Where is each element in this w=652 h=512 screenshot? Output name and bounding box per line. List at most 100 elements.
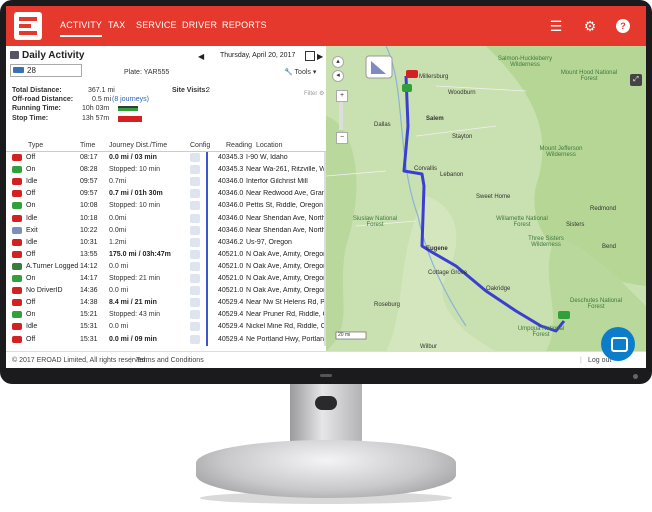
- map-label-millersburg: Millersburg: [419, 74, 449, 80]
- map-label-eugene: Eugene: [426, 246, 448, 252]
- row-time: 09:57: [80, 178, 98, 186]
- map-label-sweet-home: Sweet Home: [476, 194, 511, 200]
- stop-time-label: Stop Time:: [12, 115, 49, 122]
- gear-icon[interactable]: ⚙: [580, 16, 600, 36]
- col-reading[interactable]: Reading: [226, 142, 252, 149]
- table-row[interactable]: Idle 15:31 0.0 mi 40529.4 Nickel Mine Rd, Ri…: [6, 321, 326, 333]
- col-location[interactable]: Location: [256, 142, 282, 149]
- eroad-logo[interactable]: [14, 12, 42, 40]
- nav-activity[interactable]: ACTIVITY: [60, 20, 103, 37]
- table-row[interactable]: On 14:17 Stopped: 21 min 40521.0 N Oak Ave, …: [6, 273, 326, 285]
- zoom-slider[interactable]: [339, 102, 343, 130]
- site-visits-value: 2: [206, 87, 210, 94]
- row-reading: 40521.0: [218, 275, 244, 282]
- next-day-button[interactable]: ▶: [317, 52, 323, 61]
- tools-menu[interactable]: 🔧 Tools ▾: [284, 68, 316, 76]
- col-time[interactable]: Time: [80, 142, 95, 149]
- stop-time-value: 13h 57m: [82, 115, 110, 122]
- row-type: Off: [26, 250, 36, 258]
- row-reading: 40529.4: [218, 323, 244, 331]
- event-type-icon: [12, 323, 22, 331]
- map-label-bend: Bend: [602, 244, 617, 250]
- row-journey: 0.0 mi: [109, 287, 129, 295]
- col-type[interactable]: Type: [28, 142, 43, 149]
- config-icon: [190, 298, 200, 308]
- row-type: Idle: [26, 238, 38, 246]
- row-journey: 0.0 mi / 03 min: [109, 154, 157, 161]
- row-location: Near Wa-261, Ritzville, Wa: [246, 166, 324, 174]
- row-journey: Stopped: 21 min: [109, 275, 160, 282]
- row-type: Idle: [26, 178, 38, 186]
- row-journey: 0.0mi: [109, 226, 127, 234]
- table-row[interactable]: On 08:28 Stopped: 10 min 40345.3 Near Wa-261…: [6, 164, 326, 176]
- expand-map-button[interactable]: ⤢: [630, 74, 642, 86]
- table-row[interactable]: On 15:21 Stopped: 43 min 40529.4 Near Pruner…: [6, 309, 326, 321]
- table-row[interactable]: A.Turner Logged 14:12 0.0 mi 40521.0 N Oak A…: [6, 261, 326, 273]
- checklist-icon[interactable]: ☰: [546, 16, 566, 36]
- event-type-icon: [12, 311, 22, 319]
- zoom-out-button[interactable]: −: [336, 132, 348, 144]
- vehicle-select[interactable]: 28: [10, 64, 82, 77]
- event-type-icon: [12, 226, 22, 234]
- running-time-value: 10h 03m: [82, 105, 110, 112]
- route-map[interactable]: Millersburg Woodburn Salem Dallas Stayto…: [326, 46, 646, 351]
- row-type: On: [26, 202, 36, 210]
- stop-time-bar: [118, 116, 142, 122]
- col-config[interactable]: Config: [190, 142, 210, 149]
- table-row[interactable]: Off 14:38 8.4 mi / 21 min 40529.4 Near Nw St…: [6, 297, 326, 309]
- map-pan-up-button[interactable]: ▴: [332, 56, 344, 68]
- config-icon: [190, 334, 200, 344]
- total-distance-value: 367.1 mi: [88, 87, 115, 94]
- table-row[interactable]: Off 15:31 0.0 mi / 09 min 40529.4 Ne Portlan…: [6, 334, 326, 346]
- table-row[interactable]: Off 08:17 0.0 mi / 03 min 40345.3 I-90 W, Id…: [6, 152, 326, 164]
- chat-button[interactable]: [601, 327, 635, 361]
- map-pan-control[interactable]: ◂: [332, 70, 344, 82]
- cable-hole: [315, 396, 337, 410]
- total-distance-label: Total Distance:: [12, 87, 62, 94]
- date-label: Thursday, April 20, 2017: [220, 52, 296, 59]
- table-row[interactable]: Off 09:57 0.7 mi / 01h 30m 40346.0 Near Redw…: [6, 188, 326, 200]
- row-reading: 40345.3: [218, 166, 244, 174]
- nav-tax[interactable]: TAX: [108, 20, 125, 30]
- footer-divider-2: |: [580, 357, 582, 364]
- row-time: 10:22: [80, 226, 98, 234]
- table-row[interactable]: Off 13:55 175.0 mi / 03h:47m 40521.0 N Oak A…: [6, 249, 326, 261]
- col-journey[interactable]: Journey Dist./Time: [109, 142, 167, 149]
- row-reading: 40346.0: [218, 190, 244, 198]
- row-type: Off: [26, 190, 36, 198]
- table-row[interactable]: Idle 09:57 0.7mi 40346.0 Interfor Gilchrist …: [6, 176, 326, 188]
- row-location: Near Nw St Helens Rd, Po: [246, 299, 324, 307]
- nav-service[interactable]: SERVICE: [136, 20, 177, 30]
- row-journey: 175.0 mi / 03h:47m: [109, 250, 171, 258]
- map-label-redmond: Redmond: [590, 206, 617, 212]
- table-row[interactable]: Exit 10:22 0.0mi 40346.0 Near Sheridan Ave, …: [6, 225, 326, 237]
- nav-reports[interactable]: REPORTS: [222, 20, 267, 30]
- table-header: Type Time Journey Dist./Time Config Read…: [6, 141, 326, 152]
- row-type: Off: [26, 299, 36, 307]
- monitor-stand-neck: [290, 384, 362, 442]
- calendar-icon[interactable]: [305, 51, 315, 61]
- config-icon: [190, 310, 200, 320]
- event-type-icon: [12, 178, 22, 186]
- row-type: Off: [26, 335, 36, 343]
- row-time: 14:17: [80, 275, 98, 282]
- table-row[interactable]: No DriverID 14:36 0.0 mi 40521.0 N Oak Ave, …: [6, 285, 326, 297]
- offroad-value: 0.5 mi: [92, 96, 112, 103]
- prev-day-button[interactable]: ◀: [198, 52, 204, 61]
- row-location: N Oak Ave, Amity, Oregon: [246, 262, 324, 270]
- map-label-mount-hood: Mount Hood National Forest: [560, 70, 618, 82]
- table-row[interactable]: Idle 10:18 0.0mi 40346.0 Near Sheridan Ave, …: [6, 213, 326, 225]
- zoom-in-button[interactable]: +: [336, 90, 348, 102]
- journeys-link[interactable]: (8 journeys): [112, 96, 149, 103]
- filter-button[interactable]: Filter ⚙: [304, 90, 324, 97]
- nav-driver[interactable]: DRIVER: [182, 20, 217, 30]
- table-row[interactable]: On 10:08 Stopped: 10 min 40346.0 Pettis St, …: [6, 200, 326, 212]
- row-location: N Oak Ave, Amity, Oregon: [246, 287, 324, 295]
- table-row[interactable]: Idle 10:31 1.2mi 40346.2 Us-97, Oregon: [6, 237, 326, 249]
- terms-link[interactable]: Terms and Conditions: [136, 357, 204, 364]
- help-icon[interactable]: ?: [613, 16, 633, 36]
- offroad-label: Off-road Distance:: [12, 96, 74, 103]
- config-icon: [190, 225, 200, 235]
- row-time: 10:08: [80, 202, 98, 210]
- row-location: Near Pruner Rd, Riddle, Or: [246, 311, 324, 319]
